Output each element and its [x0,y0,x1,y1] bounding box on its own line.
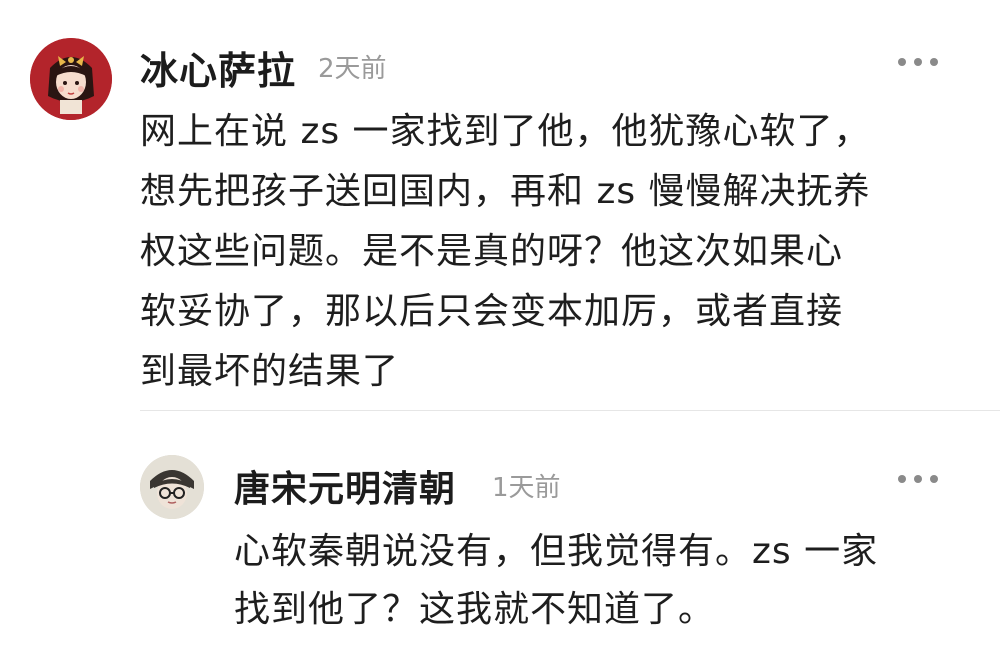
person-glasses-avatar-icon[interactable] [140,455,204,519]
comment-timestamp: 2天前 [318,54,387,84]
comment-text-line: 软妥协了，那以后只会变本加厉，或者直接 [140,291,844,332]
comment-text-line: 权这些问题。是不是真的呀？他这次如果心 [140,231,844,272]
more-dots-icon[interactable] [898,55,938,69]
comment-thread: 冰心萨拉 2天前 网上在说 zs 一家找到了他，他犹豫心软了， 想先把孩子送回国… [0,0,1000,647]
reply-text-line: 找到他了？这我就不知道了。 [234,589,716,630]
more-dots-icon[interactable] [898,472,938,486]
comment-text-line: 网上在说 zs 一家找到了他，他犹豫心软了， [140,111,871,152]
reply-timestamp: 1天前 [492,473,561,503]
girl-avatar-icon[interactable] [30,38,112,120]
divider [140,410,1000,411]
comment-author-name[interactable]: 冰心萨拉 [140,40,296,95]
reply-author-name[interactable]: 唐宋元明清朝 [234,460,456,512]
comment-text-line: 到最坏的结果了 [140,351,400,392]
comment-text-line: 想先把孩子送回国内，再和 zs 慢慢解决抚养 [140,171,871,212]
reply-text-line: 心软秦朝说没有，但我觉得有。zs 一家 [234,531,879,572]
